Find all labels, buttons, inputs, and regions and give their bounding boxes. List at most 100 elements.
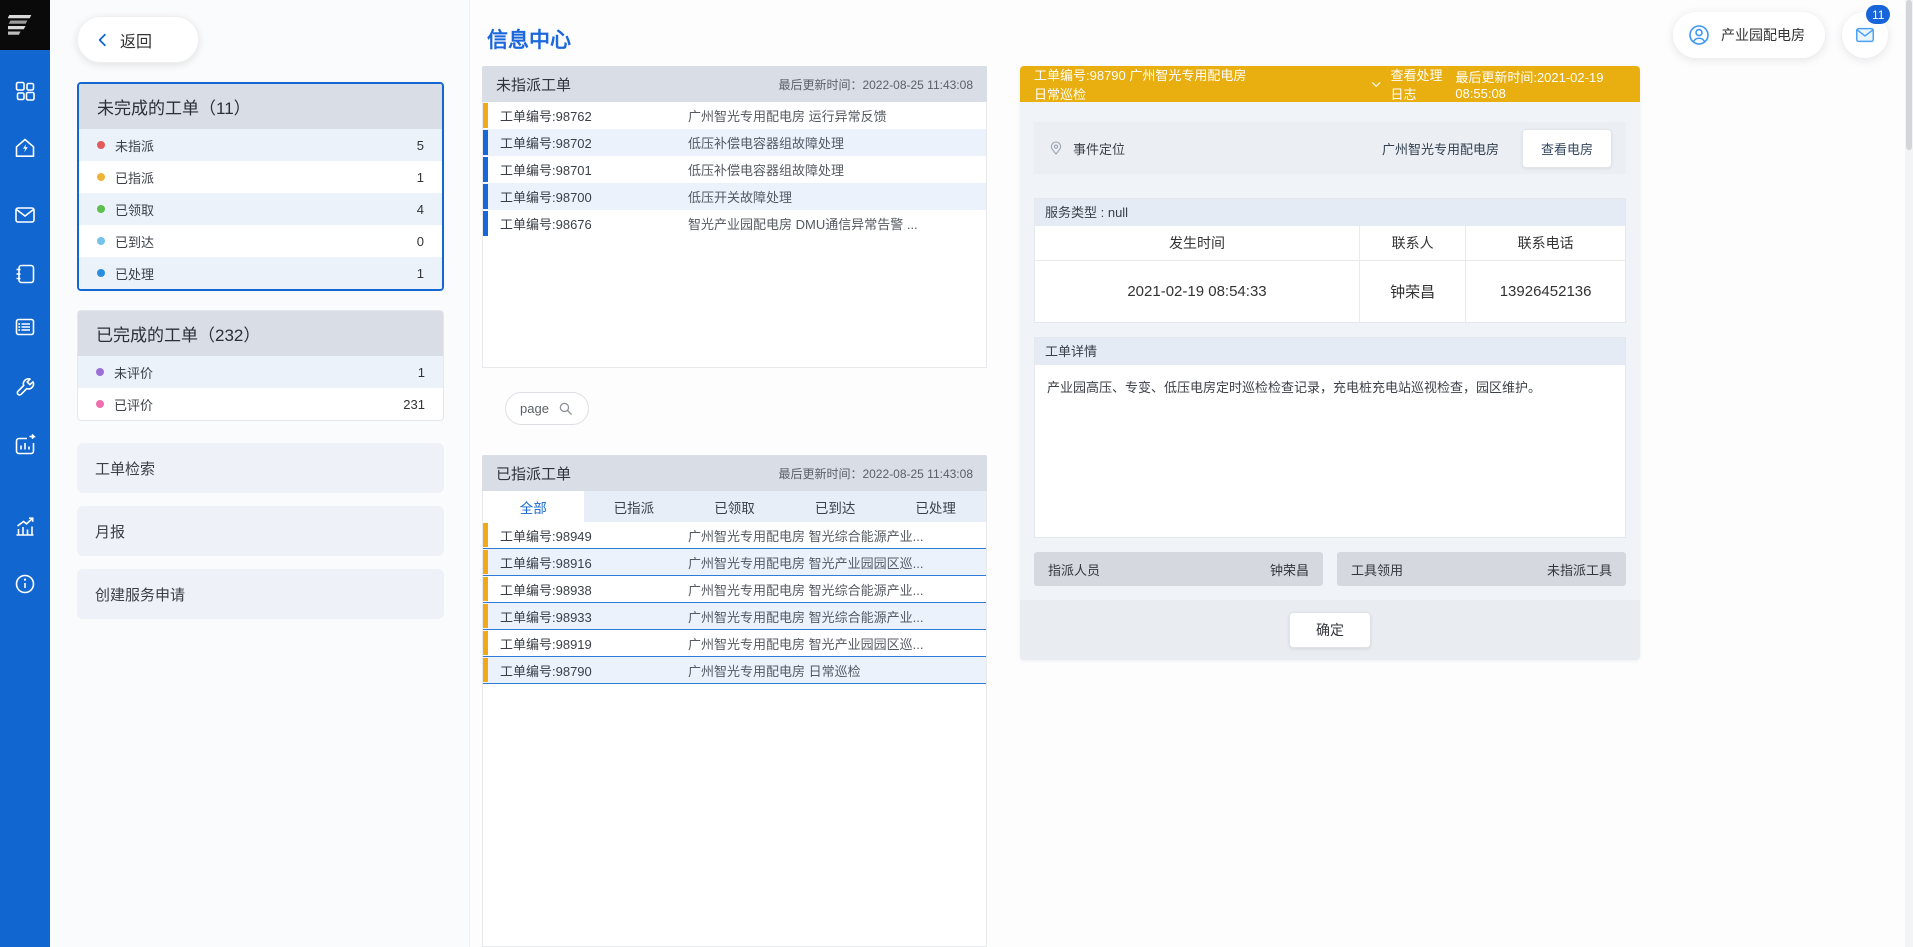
unfinished-orders-card: 未完成的工单（11） 未指派 5 已指派 1 已领取 4 [77, 82, 444, 291]
center-column: 信息中心 未指派工单 最后更新时间：2022-08-25 11:43:08 工单… [470, 0, 1004, 947]
work-order-no: 工单编号:98919 [483, 634, 688, 653]
tab-processed[interactable]: 已处理 [885, 491, 986, 522]
work-order-desc: 广州智光专用配电房 智光产业园园区巡... [688, 634, 986, 653]
confirm-button[interactable]: 确定 [1289, 612, 1371, 648]
user-icon [1687, 23, 1711, 47]
table-row: 2021-02-19 08:54:33 钟荣昌 13926452136 [1035, 260, 1625, 322]
home-lightning-icon[interactable] [12, 135, 38, 161]
search-icon [557, 400, 574, 417]
work-order-row[interactable]: 工单编号:98919 广州智光专用配电房 智光产业园园区巡... [483, 630, 986, 657]
work-order-search-button[interactable]: 工单检索 [77, 443, 444, 493]
status-dot-purple [96, 368, 104, 376]
stat-row-unrated[interactable]: 未评价 1 [78, 356, 443, 388]
grid-icon[interactable] [12, 78, 38, 104]
work-order-row[interactable]: 工单编号:98933 广州智光专用配电房 智光综合能源产业... [483, 603, 986, 630]
status-dot-red [97, 141, 105, 149]
work-order-row-selected[interactable]: 工单编号:98790 广州智光专用配电房 日常巡检 [483, 657, 986, 684]
work-order-no: 工单编号:98762 [483, 106, 688, 125]
work-order-desc: 智光产业园配电房 DMU通信异常告警 ... [688, 214, 986, 233]
work-order-detail-card: 工单编号:98790 广州智光专用配电房 日常巡检 查看处理日志 最后更新时间:… [1020, 66, 1640, 660]
stat-row-claimed[interactable]: 已领取 4 [79, 193, 442, 225]
chevron-left-icon [94, 31, 112, 49]
list-icon[interactable] [12, 314, 38, 340]
work-order-no: 工单编号:98916 [483, 553, 688, 572]
work-order-row[interactable]: 工单编号:98916 广州智光专用配电房 智光产业园园区巡... [483, 549, 986, 576]
action-label: 月报 [95, 521, 125, 542]
stat-row-assigned[interactable]: 已指派 1 [79, 161, 442, 193]
assignee-value: 钟荣昌 [1270, 560, 1309, 579]
unfinished-orders-title: 未完成的工单（11） [79, 84, 442, 129]
detail-updated-time: 最后更新时间:2021-02-19 08:55:08 [1455, 67, 1626, 101]
work-order-desc: 广州智光专用配电房 智光综合能源产业... [688, 526, 986, 545]
assigned-order-list: 工单编号:98949 广州智光专用配电房 智光综合能源产业... 工单编号:98… [482, 522, 987, 947]
left-panel: 返回 未完成的工单（11） 未指派 5 已指派 1 已领取 4 [50, 0, 470, 947]
assignee-box: 指派人员 钟荣昌 [1034, 552, 1323, 586]
location-pin-icon [1048, 140, 1064, 156]
service-info-box: 服务类型 : null 发生时间 联系人 联系电话 2021-02-19 08:… [1034, 198, 1626, 323]
work-order-desc: 广州智光专用配电房 运行异常反馈 [688, 106, 986, 125]
monthly-report-button[interactable]: 月报 [77, 506, 444, 556]
back-button[interactable]: 返回 [77, 16, 199, 63]
unassigned-orders-panel: 未指派工单 最后更新时间：2022-08-25 11:43:08 工单编号:98… [482, 66, 987, 368]
work-order-desc: 低压补偿电容器组故障处理 [688, 133, 986, 152]
page-search-input[interactable]: page [505, 392, 589, 425]
stat-row-processed[interactable]: 已处理 1 [79, 257, 442, 289]
stat-count: 0 [417, 234, 424, 249]
cell-person: 钟荣昌 [1360, 260, 1466, 322]
work-order-desc: 广州智光专用配电房 智光综合能源产业... [688, 607, 986, 626]
view-process-log-link[interactable]: 查看处理日志 [1370, 65, 1455, 103]
info-icon[interactable] [12, 571, 38, 597]
tab-arrived[interactable]: 已到达 [785, 491, 886, 522]
report-chart-icon[interactable] [12, 432, 38, 458]
user-name: 产业园配电房 [1721, 25, 1805, 45]
tab-all[interactable]: 全部 [483, 491, 584, 522]
view-power-room-button[interactable]: 查看电房 [1522, 129, 1612, 168]
work-order-no: 工单编号:98701 [483, 160, 688, 179]
tools-label: 工具领用 [1351, 560, 1403, 579]
stat-row-rated[interactable]: 已评价 231 [78, 388, 443, 420]
wrench-icon[interactable] [12, 375, 38, 401]
stat-count: 231 [403, 397, 425, 412]
panel-title: 已指派工单 [496, 463, 571, 484]
cell-time: 2021-02-19 08:54:33 [1035, 260, 1360, 322]
work-order-row[interactable]: 工单编号:98700 低压开关故障处理 [483, 183, 986, 210]
mail-icon [1854, 24, 1876, 46]
unassigned-panel-header: 未指派工单 最后更新时间：2022-08-25 11:43:08 [482, 66, 987, 102]
status-dot-pink [96, 400, 104, 408]
tools-box: 工具领用 未指派工具 [1337, 552, 1626, 586]
tab-assigned[interactable]: 已指派 [584, 491, 685, 522]
work-order-row[interactable]: 工单编号:98676 智光产业园配电房 DMU通信异常告警 ... [483, 210, 986, 237]
assignee-label: 指派人员 [1048, 560, 1100, 579]
scrollbar-thumb[interactable] [1906, 0, 1912, 150]
contact-table: 发生时间 联系人 联系电话 2021-02-19 08:54:33 钟荣昌 13… [1035, 226, 1625, 322]
page-title: 信息中心 [487, 24, 571, 54]
finished-orders-title: 已完成的工单（232） [78, 311, 443, 356]
nav-sidebar [0, 50, 50, 947]
unread-count-badge: 11 [1866, 5, 1890, 24]
work-order-row[interactable]: 工单编号:98701 低压补偿电容器组故障处理 [483, 156, 986, 183]
action-label: 工单检索 [95, 458, 155, 479]
work-order-desc: 低压补偿电容器组故障处理 [688, 160, 986, 179]
tab-claimed[interactable]: 已领取 [684, 491, 785, 522]
current-user-pill[interactable]: 产业园配电房 [1673, 12, 1825, 58]
work-order-no: 工单编号:98790 [483, 661, 688, 680]
work-order-row[interactable]: 工单编号:98762 广州智光专用配电房 运行异常反馈 [483, 102, 986, 129]
create-service-request-button[interactable]: 创建服务申请 [77, 569, 444, 619]
status-dot-blue [97, 269, 105, 277]
work-order-row[interactable]: 工单编号:98702 低压补偿电容器组故障处理 [483, 129, 986, 156]
stat-row-unassigned[interactable]: 未指派 5 [79, 129, 442, 161]
col-header-phone: 联系电话 [1466, 226, 1625, 260]
mail-icon[interactable] [12, 202, 38, 228]
stat-row-arrived[interactable]: 已到达 0 [79, 225, 442, 257]
detail-footer: 确定 [1020, 600, 1640, 660]
stat-label: 已指派 [115, 168, 154, 187]
status-dot-yellow [97, 173, 105, 181]
notebook-icon[interactable] [12, 261, 38, 287]
trending-chart-icon[interactable] [12, 513, 38, 539]
status-bar-yellow [483, 550, 488, 574]
work-order-row[interactable]: 工单编号:98949 广州智光专用配电房 智光综合能源产业... [483, 522, 986, 549]
assigned-orders-panel: 已指派工单 最后更新时间：2022-08-25 11:43:08 全部 已指派 … [482, 455, 987, 947]
status-bar-yellow [483, 631, 488, 655]
finished-orders-card: 已完成的工单（232） 未评价 1 已评价 231 [77, 310, 444, 421]
work-order-row[interactable]: 工单编号:98938 广州智光专用配电房 智光综合能源产业... [483, 576, 986, 603]
